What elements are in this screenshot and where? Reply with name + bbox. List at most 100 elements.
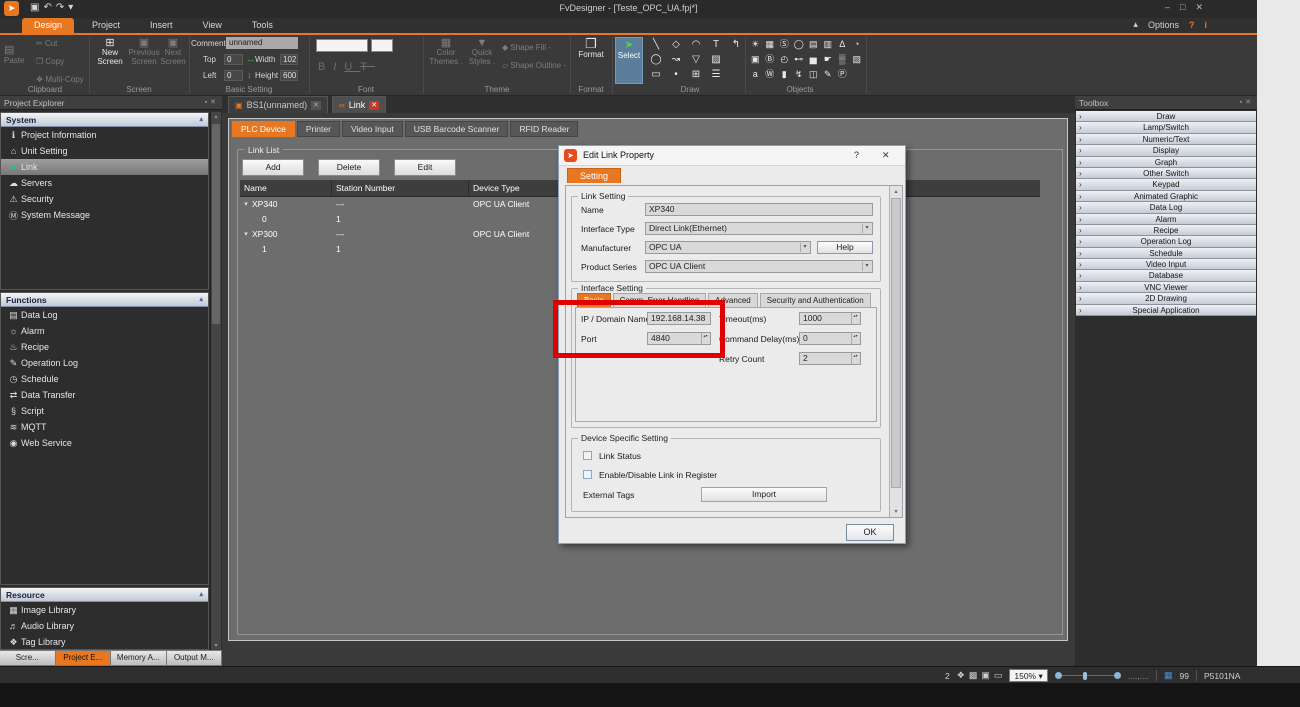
toolbox-category[interactable]: › Schedule (1076, 248, 1256, 259)
explorer-item[interactable]: ✎Operation Log (1, 355, 208, 371)
toolbox-category[interactable]: › Alarm (1076, 214, 1256, 225)
device-category-tab[interactable]: Video Input (342, 121, 403, 137)
fade-icon[interactable]: ▒ (835, 52, 850, 67)
delete-button[interactable]: Delete (318, 159, 380, 176)
toolbox-category[interactable]: › Graph (1076, 157, 1256, 168)
device-category-tab[interactable]: USB Barcode Scanner (405, 121, 509, 137)
width-stepper[interactable]: 102 (280, 54, 298, 65)
dialog-close-button[interactable]: ✕ (882, 150, 890, 161)
resource-section-header[interactable]: Resource▴ (1, 588, 208, 602)
table-icon[interactable]: ⊞ (686, 67, 706, 82)
toolbox-category[interactable]: › Special Application (1076, 305, 1256, 316)
retry-count-stepper[interactable]: 2▴▾ (799, 352, 861, 365)
blank-icon[interactable] (726, 67, 746, 82)
setting-tab[interactable]: Setting (567, 168, 621, 183)
strike-button[interactable]: T (360, 61, 375, 73)
funnel-icon[interactable]: Δ (835, 37, 850, 52)
panel-tab[interactable]: Memory A... (111, 650, 167, 666)
toolbox-category[interactable]: › Lamp/Switch (1076, 122, 1256, 133)
functions-section-header[interactable]: Functions▴ (1, 293, 208, 307)
close-tab-icon[interactable]: ✕ (311, 101, 321, 110)
line-icon[interactable]: ╲ (646, 37, 666, 52)
name-field[interactable]: XP340 (645, 203, 873, 216)
touch-icon[interactable]: ☛ (821, 52, 836, 67)
explorer-item[interactable]: ♨Recipe (1, 339, 208, 355)
dot-icon[interactable]: • (666, 67, 686, 82)
arc-icon[interactable]: ◠ (686, 37, 706, 52)
text-object-icon[interactable]: a (748, 67, 763, 82)
expand-arrow-icon[interactable]: ▾ (240, 197, 252, 212)
device-category-tab[interactable]: Printer (297, 121, 340, 137)
device-category-tab[interactable]: PLC Device (232, 121, 295, 137)
pie-chart-icon[interactable]: ◔ (850, 37, 865, 52)
rotate-icon[interactable]: ❖ (957, 670, 965, 681)
trend-icon[interactable]: ↯ (792, 67, 807, 82)
font-family-select[interactable] (316, 39, 368, 52)
interface-tab[interactable]: Security and Authentication (760, 293, 871, 307)
link-status-checkbox[interactable] (583, 451, 592, 460)
system-section-header[interactable]: System▴ (1, 113, 208, 127)
device-category-tab[interactable]: RFID Reader (510, 121, 578, 137)
spinner-icon[interactable]: ▴▾ (851, 313, 859, 324)
toolbox-category[interactable]: › Operation Log (1076, 236, 1256, 247)
new-screen-button[interactable]: ⊞NewScreen (95, 39, 125, 66)
next-screen-button[interactable]: ▣NextScreen (158, 39, 188, 66)
comment-input[interactable]: unnamed (226, 37, 298, 49)
expand-arrow-icon[interactable] (240, 212, 252, 227)
toolbox-category[interactable]: › 2D Drawing (1076, 293, 1256, 304)
numeric-display-icon[interactable]: ▤ (806, 37, 821, 52)
cut-button[interactable]: ✂ Cut (36, 39, 57, 48)
rectangle-icon[interactable]: ▭ (646, 67, 666, 82)
picture-object-icon[interactable]: ▣ (748, 52, 763, 67)
edit-button[interactable]: Edit (394, 159, 456, 176)
toolbox-category[interactable]: › Recipe (1076, 225, 1256, 236)
explorer-item[interactable]: ❖Tag Library (1, 634, 208, 650)
explorer-item[interactable]: ▦Image Library (1, 602, 208, 618)
top-stepper[interactable]: 0 (224, 54, 243, 65)
ribbon-tab[interactable]: Insert (138, 18, 185, 33)
qr-code-icon[interactable]: ▦ (763, 37, 778, 52)
pentagon-icon[interactable]: ◇ (666, 37, 686, 52)
toolbox-category[interactable]: › Data Log (1076, 202, 1256, 213)
manufacturer-select[interactable]: OPC UA▾ (645, 241, 811, 254)
explorer-item[interactable]: ∞Link (1, 159, 208, 175)
info-icon[interactable]: i (1204, 20, 1207, 30)
polygon-icon[interactable]: ▽ (686, 52, 706, 67)
collapse-icon[interactable]: ▴ (199, 293, 203, 307)
ribbon-collapse-icon[interactable]: ▴ (1133, 19, 1138, 30)
image-shape-icon[interactable]: ▨ (706, 52, 726, 67)
panel-tab[interactable]: Scre... (0, 650, 56, 666)
text-icon[interactable]: T (706, 37, 726, 52)
ribbon-tab[interactable]: Tools (240, 18, 285, 33)
explorer-item[interactable]: ◷Schedule (1, 371, 208, 387)
panel-tab[interactable]: Output M... (167, 650, 223, 666)
ok-button[interactable]: OK (846, 524, 894, 541)
pattern-icon[interactable]: ▩ (969, 670, 978, 681)
restore-button[interactable]: □ (1176, 2, 1191, 12)
blank-icon[interactable] (850, 67, 865, 82)
pen-icon[interactable]: ✎ (821, 67, 836, 82)
product-series-select[interactable]: OPC UA Client▾ (645, 260, 873, 273)
lamp-icon[interactable]: ☀ (748, 37, 763, 52)
interface-type-select[interactable]: Direct Link(Ethernet)▾ (645, 222, 873, 235)
timeout-stepper[interactable]: 1000▴▾ (799, 312, 861, 325)
explorer-item[interactable]: ⚠Security (1, 191, 208, 207)
data-block-icon[interactable]: ◫ (806, 67, 821, 82)
histogram-icon[interactable]: ▅ (806, 52, 821, 67)
select-tool-button[interactable]: ➤Select (615, 37, 643, 84)
shape-outline-button[interactable]: ▱ Shape Outline - (502, 61, 566, 70)
dialog-scrollbar[interactable]: ▴ ▾ (889, 186, 902, 517)
list-icon[interactable]: ☰ (706, 67, 726, 82)
ring-meter-icon[interactable]: ◯ (792, 37, 807, 52)
height-stepper[interactable]: 600 (280, 70, 298, 81)
ribbon-tab[interactable]: View (191, 18, 234, 33)
expand-arrow-icon[interactable]: ▾ (240, 227, 252, 242)
collapse-icon[interactable]: ▴ (199, 113, 203, 127)
explorer-item[interactable]: ⓂSystem Message (1, 207, 208, 223)
gauge-icon[interactable]: ◴ (777, 52, 792, 67)
command-delay-stepper[interactable]: 0▴▾ (799, 332, 861, 345)
explorer-scrollbar[interactable]: ▴ ▾ (210, 112, 221, 650)
graph-icon[interactable]: ▧ (850, 52, 865, 67)
help-icon[interactable]: ? (1189, 20, 1195, 30)
shape-fill-button[interactable]: ◆ Shape Fill - (502, 43, 551, 52)
